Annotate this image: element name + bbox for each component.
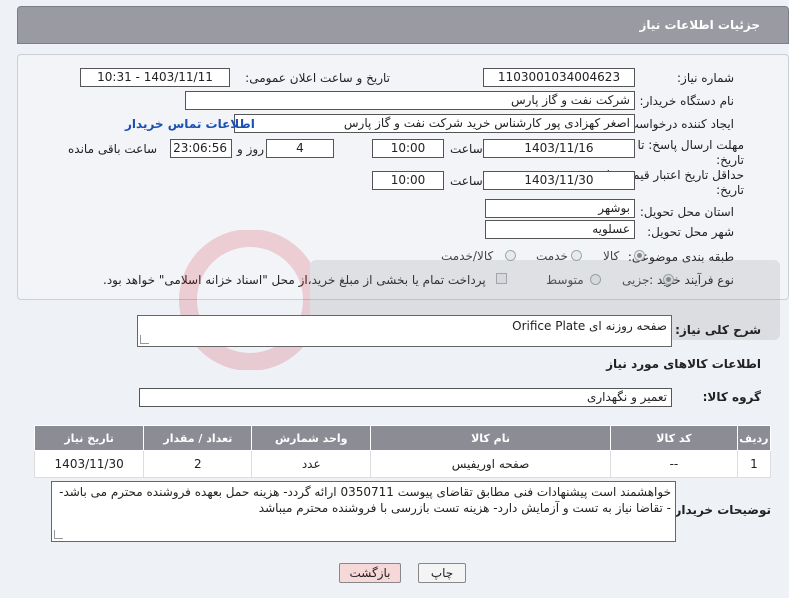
category-option-goods-service: کالا/خدمت (441, 249, 494, 263)
creator-label: ایجاد کننده درخواست: (623, 117, 734, 131)
col-row: ردیف (736, 425, 772, 451)
days-label: روز و (237, 142, 264, 156)
process-radio-medium[interactable] (590, 274, 601, 285)
province-label: استان محل تحویل: (639, 205, 734, 219)
deadline-time-label: ساعت (450, 142, 483, 156)
category-option-service: خدمت (536, 249, 568, 263)
goods-group-field: تعمیر و نگهداری (139, 388, 672, 407)
resize-handle-icon[interactable] (140, 335, 149, 344)
summary-label: شرح کلی نیاز: (675, 323, 761, 337)
process-option-medium: متوسط (546, 273, 584, 287)
goods-table: ردیف کد کالا نام کالا واحد شمارش تعداد /… (33, 425, 772, 478)
goods-group-label: گروه کالا: (702, 390, 761, 404)
category-radio-goods[interactable] (634, 250, 645, 261)
deadline-time-field: 10:00 (372, 139, 444, 158)
goods-table-header: ردیف کد کالا نام کالا واحد شمارش تعداد /… (33, 425, 772, 451)
price-validity-time-field: 10:00 (372, 171, 444, 190)
cell-need-date: 1403/11/30 (33, 450, 145, 478)
col-need-date: تاریخ نیاز (33, 425, 145, 451)
process-type-label: نوع فرآیند خرید : (649, 273, 734, 287)
cell-name: صفحه اوریفیس (369, 450, 612, 478)
treasury-payment-note: پرداخت تمام یا بخشی از مبلغ خرید،از محل … (103, 273, 486, 287)
cell-row: 1 (736, 450, 772, 478)
announce-date-label: تاریخ و ساعت اعلان عمومی: (245, 71, 390, 85)
col-code: کد کالا (610, 425, 738, 451)
buyer-notes-textarea: خواهشمند است پیشنهادات فنی مطابق تقاضای … (51, 481, 676, 542)
city-field: عسلویه (485, 220, 635, 239)
col-quantity: تعداد / مقدار (143, 425, 253, 451)
cell-quantity: 2 (143, 450, 253, 478)
buyer-notes-text: خواهشمند است پیشنهادات فنی مطابق تقاضای … (59, 485, 671, 515)
process-option-minor: جزیی (622, 273, 650, 287)
cell-code: -- (610, 450, 738, 478)
treasury-payment-checkbox[interactable] (496, 273, 507, 284)
print-button[interactable]: چاپ (418, 563, 466, 583)
province-field: بوشهر (485, 199, 635, 218)
category-option-goods: کالا (603, 249, 620, 263)
cell-unit: عدد (251, 450, 371, 478)
table-row: 1 -- صفحه اوریفیس عدد 2 1403/11/30 (33, 450, 772, 478)
col-name: نام کالا (369, 425, 612, 451)
announce-date-field: 1403/11/11 - 10:31 (80, 68, 230, 87)
category-radio-goods-service[interactable] (505, 250, 516, 261)
col-unit: واحد شمارش (251, 425, 371, 451)
back-button[interactable]: بازگشت (339, 563, 401, 583)
goods-info-title: اطلاعات کالاهای مورد نیاز (606, 357, 761, 371)
need-number-label: شماره نیاز: (677, 71, 734, 85)
remaining-time-field: 23:06:56 (170, 139, 232, 158)
city-label: شهر محل تحویل: (647, 225, 734, 239)
deadline-date-field: 1403/11/16 (483, 139, 635, 158)
deadline-label: مهلت ارسال پاسخ: تا تاریخ: (637, 138, 744, 167)
price-validity-date-field: 1403/11/30 (483, 171, 635, 190)
price-validity-time-label: ساعت (450, 174, 483, 188)
page-header: جزئیات اطلاعات نیاز (17, 6, 789, 44)
buyer-org-field: شرکت نفت و گاز پارس (185, 91, 635, 110)
summary-text: صفحه روزنه ای Orifice Plate (512, 319, 667, 333)
summary-textarea: صفحه روزنه ای Orifice Plate (137, 315, 672, 347)
creator-field: اصغر کهزادی پور کارشناس خرید شرکت نفت و … (234, 114, 635, 133)
process-radio-minor[interactable] (663, 274, 674, 285)
remaining-time-label: ساعت باقی مانده (68, 142, 158, 156)
need-number-field: 1103001034004623 (483, 68, 635, 87)
resize-handle-icon[interactable] (54, 530, 63, 539)
page-title: جزئیات اطلاعات نیاز (639, 18, 760, 32)
buyer-contact-link[interactable]: اطلاعات تماس خریدار (125, 117, 255, 131)
category-radio-service[interactable] (571, 250, 582, 261)
buyer-org-label: نام دستگاه خریدار: (639, 94, 735, 108)
remaining-days-field: 4 (266, 139, 334, 158)
buyer-notes-label: توضیحات خریدار: (669, 503, 771, 517)
